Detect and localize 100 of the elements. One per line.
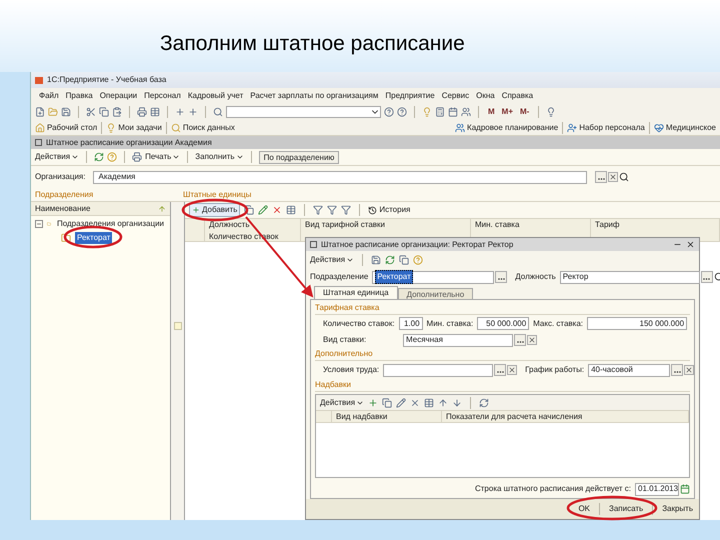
add-button[interactable]: Добавить — [189, 203, 240, 217]
field-label: Должность — [515, 271, 556, 283]
clear-icon[interactable] — [527, 335, 537, 345]
menu-item[interactable]: Правка — [66, 90, 93, 102]
menu-item[interactable]: Сервис — [442, 90, 470, 102]
copy-icon[interactable] — [244, 205, 254, 215]
tree-item[interactable]: Ректорат — [75, 232, 112, 244]
memory-button[interactable]: М+ — [500, 106, 516, 118]
menu-button[interactable]: Действия — [310, 254, 354, 266]
pulse-icon[interactable] — [654, 122, 664, 132]
refresh-icon[interactable] — [94, 152, 104, 162]
clear-icon[interactable] — [684, 365, 694, 375]
save-icon[interactable] — [371, 254, 382, 264]
menu-item[interactable]: Файл — [39, 90, 59, 102]
filter-icon[interactable] — [327, 205, 338, 215]
clear-icon[interactable] — [507, 365, 518, 375]
menu-item[interactable]: Кадровый учет — [188, 90, 244, 102]
copy-icon[interactable] — [382, 398, 392, 408]
filter-icon[interactable] — [341, 205, 352, 215]
refresh-icon[interactable] — [385, 254, 396, 264]
select-button[interactable] — [514, 334, 526, 346]
edit-icon[interactable] — [396, 398, 406, 408]
dialog-button[interactable]: Записать — [607, 503, 646, 515]
print-icon[interactable] — [132, 152, 142, 162]
menu-button[interactable]: Заполнить — [195, 151, 244, 163]
panel-link[interactable]: Медицинское — [666, 122, 716, 134]
tab[interactable]: Штатная единица — [314, 286, 398, 299]
menu-item[interactable]: Операции — [100, 90, 138, 102]
menu-item[interactable]: Окна — [476, 90, 495, 102]
department-field[interactable]: Ректорат — [372, 270, 494, 284]
rate-count-field[interactable]: 1.00 — [398, 317, 423, 330]
schedule-field[interactable]: 40-часовой — [588, 364, 670, 376]
sort-icon[interactable] — [158, 204, 166, 212]
rate-kind-field[interactable]: Месячная — [403, 334, 513, 346]
menu-item[interactable]: Расчет зарплаты по организациям — [250, 90, 378, 102]
menu-item[interactable]: Персонал — [144, 90, 181, 102]
delete-icon[interactable] — [272, 205, 282, 215]
new-file-icon[interactable] — [35, 106, 45, 116]
people-icon[interactable] — [455, 122, 466, 132]
add-icon[interactable] — [368, 398, 378, 408]
search-icon[interactable] — [619, 172, 630, 182]
conditions-field[interactable] — [383, 364, 494, 376]
highlight-ellipse — [182, 198, 248, 222]
dialog-button[interactable]: Закрыть — [660, 503, 695, 515]
panel-link[interactable]: Поиск данных — [182, 122, 235, 134]
arrow-up-icon[interactable] — [438, 398, 448, 408]
select-button[interactable] — [495, 271, 508, 283]
memory-button[interactable]: М — [486, 106, 497, 118]
document-icon — [35, 139, 42, 146]
menu-button[interactable]: Действия — [320, 396, 364, 408]
copy-icon[interactable] — [399, 254, 410, 264]
calculator-icon[interactable] — [435, 106, 445, 116]
clear-icon[interactable] — [608, 172, 618, 182]
table-icon[interactable] — [286, 205, 296, 215]
help-icon[interactable] — [397, 106, 407, 116]
calendar-icon[interactable] — [680, 484, 690, 494]
min-rate-field[interactable]: 50 000.000 — [477, 317, 530, 330]
dialog-button[interactable]: OK — [576, 503, 592, 515]
date-field[interactable]: 01.01.2013 — [635, 482, 679, 496]
tree-item[interactable]: Подразделения организации — [54, 218, 166, 230]
help-icon[interactable] — [384, 106, 394, 116]
paste-icon[interactable] — [112, 106, 122, 116]
copy-icon[interactable] — [99, 106, 109, 116]
organization-field[interactable]: Академия — [93, 170, 588, 184]
tab[interactable]: Дополнительно — [398, 288, 474, 299]
plus-icon[interactable] — [175, 106, 185, 116]
menu-button[interactable]: Печать — [145, 151, 180, 163]
save-icon[interactable] — [61, 106, 71, 116]
panel-link[interactable]: Кадровое планирование — [467, 122, 558, 134]
menu-button[interactable]: Действия — [35, 151, 80, 163]
edit-icon[interactable] — [258, 205, 268, 215]
panel-link[interactable]: Набор персонала — [579, 122, 645, 134]
menu-item[interactable]: Справка — [502, 90, 534, 102]
table-icon[interactable] — [150, 106, 160, 116]
delete-icon[interactable] — [410, 398, 420, 408]
user-plus-icon[interactable] — [567, 122, 578, 132]
people-icon[interactable] — [461, 106, 471, 116]
help-icon[interactable] — [107, 152, 118, 162]
toolbar-button[interactable]: По подразделению — [258, 150, 340, 164]
select-button[interactable] — [671, 364, 684, 376]
max-rate-field[interactable]: 150 000.000 — [587, 317, 688, 330]
panel-link[interactable]: Рабочий стол — [47, 122, 98, 134]
menu-item[interactable]: Предприятие — [385, 90, 435, 102]
plus-icon[interactable] — [188, 106, 198, 116]
print-icon[interactable] — [137, 106, 147, 116]
panel-link[interactable]: Мои задачи — [118, 122, 162, 134]
calendar-icon[interactable] — [448, 106, 458, 116]
table-icon[interactable] — [424, 398, 434, 408]
caret-icon — [71, 153, 80, 161]
position-field[interactable]: Ректор — [560, 270, 700, 284]
column-header: Показатели для расчета начисления — [446, 412, 582, 421]
expand-toggle[interactable] — [35, 220, 43, 228]
arrow-down-icon[interactable] — [452, 398, 462, 408]
column-header: Вид надбавки — [336, 412, 388, 421]
history-button[interactable]: История — [368, 204, 410, 216]
close-icon[interactable] — [686, 240, 695, 249]
refresh-icon[interactable] — [479, 398, 490, 408]
cut-icon[interactable] — [86, 106, 96, 116]
memory-button[interactable]: М- — [518, 106, 532, 118]
filter-icon[interactable] — [313, 205, 324, 215]
